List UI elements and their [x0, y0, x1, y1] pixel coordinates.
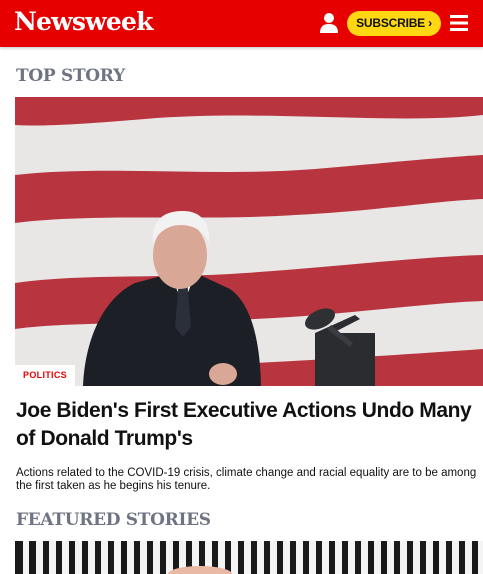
subscribe-button[interactable]: SUBSCRIBE ›: [347, 11, 441, 36]
category-badge-politics[interactable]: POLITICS: [15, 365, 75, 386]
menu-icon[interactable]: [449, 13, 469, 33]
newsweek-logo[interactable]: Newsweek: [14, 7, 153, 37]
top-navigation-bar: Newsweek SUBSCRIBE ›: [0, 0, 483, 47]
featured-story-image[interactable]: [15, 541, 483, 574]
top-story-image[interactable]: [15, 97, 483, 386]
top-story-heading: TOP STORY: [16, 66, 125, 86]
top-story-headline[interactable]: Joe Biden's First Executive Actions Undo…: [16, 397, 476, 453]
featured-stories-heading: FEATURED STORIES: [16, 510, 211, 530]
top-story-summary: Actions related to the COVID-19 crisis, …: [16, 467, 477, 492]
user-icon[interactable]: [319, 12, 339, 34]
